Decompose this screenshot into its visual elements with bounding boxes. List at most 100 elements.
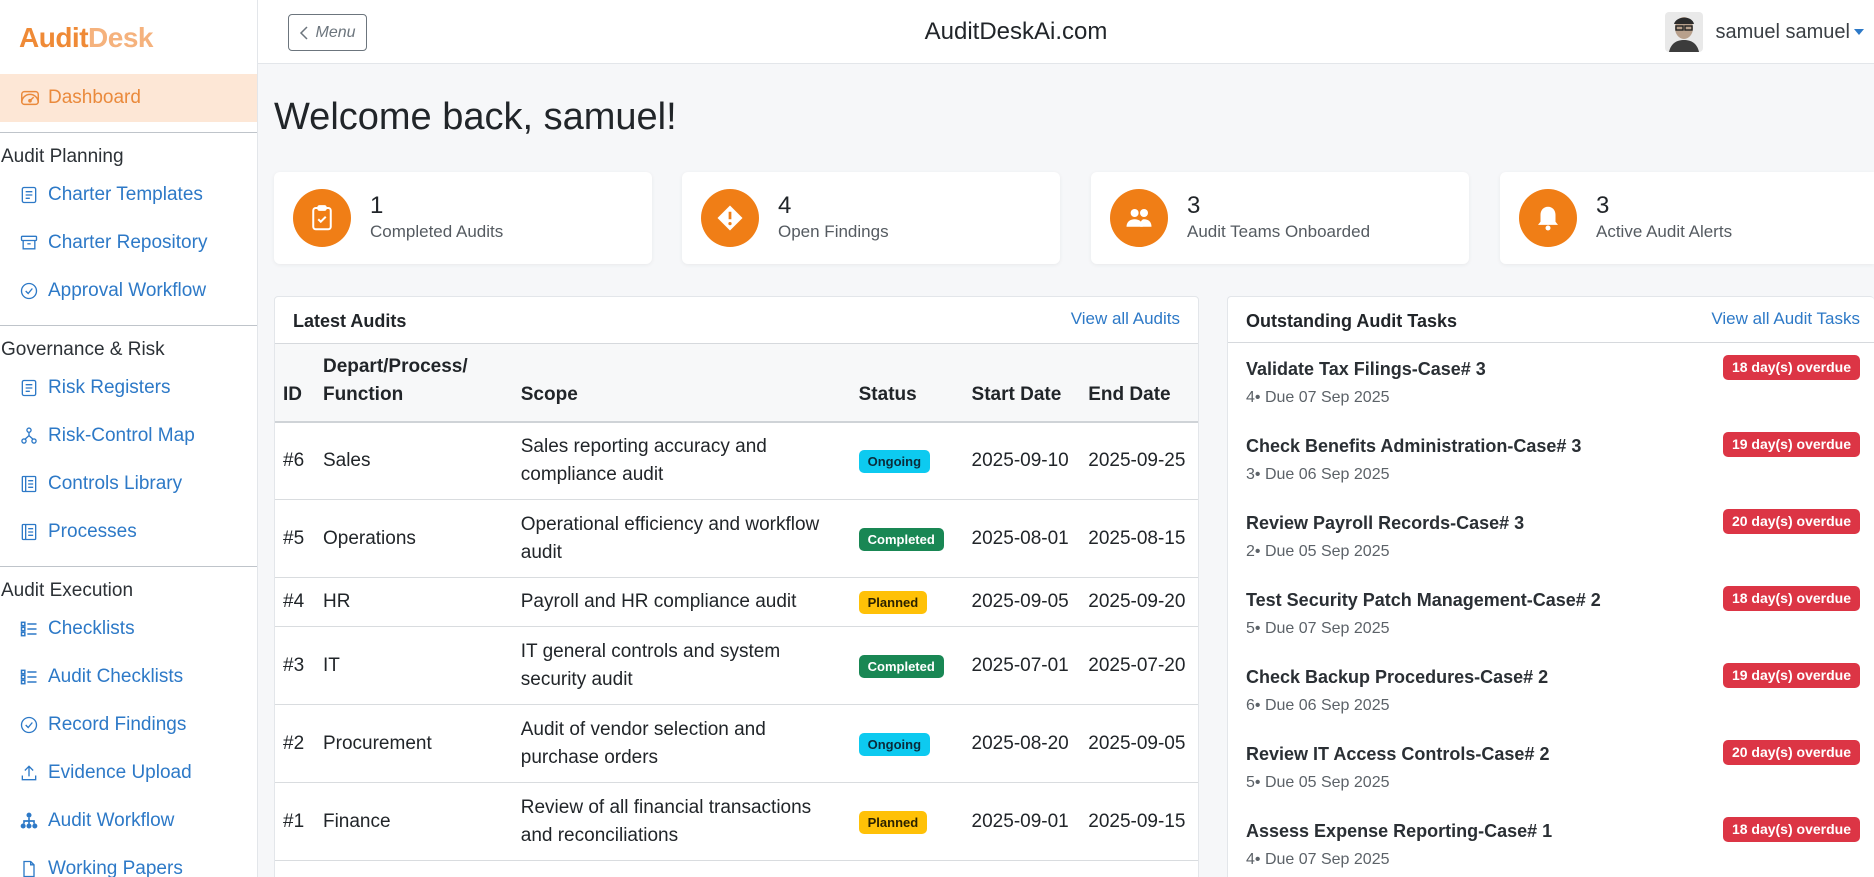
sidebar-item-processes[interactable]: Processes [0,508,257,556]
cell-scope: Review of all financial transactions and… [512,782,851,861]
cell-end-date: 2025-07-20 [1080,626,1198,705]
cell-scope: IT general controls and system security … [512,626,851,705]
latest-audits-card: Latest Audits View all Audits ID Depart/… [274,296,1199,877]
sidebar-item-controls-library[interactable]: Controls Library [0,460,257,508]
cell-id: #1 [275,782,315,861]
task-meta: 4• Due 07 Sep 2025 [1246,389,1390,406]
cell-id: #6 [275,421,315,500]
sidebar-item-approval-workflow[interactable]: Approval Workflow [0,267,257,315]
status-badge: Planned [858,591,928,614]
table-row[interactable]: #5 Operations Operational efficiency and… [275,499,1198,578]
task-meta: 5• Due 05 Sep 2025 [1246,774,1390,791]
cell-end-date: 2025-09-05 [1080,704,1198,783]
workflow-icon [19,811,39,831]
user-menu[interactable]: samuel samuel [1665,12,1864,52]
sidebar-item-evidence-upload[interactable]: Evidence Upload [0,749,257,797]
task-meta: 3• Due 06 Sep 2025 [1246,466,1390,483]
sidebar-item-label: Processes [48,521,137,542]
outstanding-tasks-card: Outstanding Audit Tasks View all Audit T… [1227,296,1874,877]
sidebar-item-audit-checklists[interactable]: Audit Checklists [0,653,257,701]
cell-status: Ongoing [850,421,964,500]
card-header: Outstanding Audit Tasks View all Audit T… [1228,297,1874,343]
cell-status: Planned [850,577,964,627]
sidebar-item-label: Approval Workflow [48,280,207,301]
column-header-id[interactable]: ID [275,343,315,423]
people-icon [1110,189,1168,247]
archive-box-icon [19,233,39,253]
table-row[interactable]: #6 Sales Sales reporting accuracy and co… [275,421,1198,500]
sidebar-item-label: Risk-Control Map [48,425,195,446]
status-badge: Planned [858,810,928,834]
column-header-status[interactable]: Status [850,343,964,423]
cell-start-date: 2025-09-10 [963,421,1081,500]
sidebar-item-label: Controls Library [48,473,183,494]
overdue-badge: 18 day(s) overdue [1722,817,1860,842]
sidebar-item-charter-templates[interactable]: Charter Templates [0,171,257,219]
app-root: AuditDesk Dashboard Audit Planning Chart… [0,0,1874,877]
cell-department: Procurement [314,704,513,783]
stat-value: 3 [1187,192,1201,219]
view-all-tasks-link[interactable]: View all Audit Tasks [1711,309,1860,329]
bell-icon [1519,189,1577,247]
task-meta: 4• Due 07 Sep 2025 [1246,851,1390,868]
column-header-department[interactable]: Depart/Process/ Function [314,343,513,423]
task-meta: 2• Due 05 Sep 2025 [1246,543,1390,560]
column-header-end-date[interactable]: End Date [1080,343,1198,423]
diagram-icon [19,426,39,446]
site-title: AuditDeskAi.com [924,18,1108,45]
view-all-audits-link[interactable]: View all Audits [1071,309,1180,329]
latest-audits-title: Latest Audits [293,311,407,331]
table-row[interactable]: #4 HR Payroll and HR compliance audit Pl… [275,577,1198,627]
stat-label: Audit Teams Onboarded [1187,222,1371,241]
cell-scope: Payroll and HR compliance audit [512,577,851,627]
task-item[interactable]: Assess Expense Reporting-Case# 1 4• Due … [1228,805,1874,877]
task-item[interactable]: Check Backup Procedures-Case# 2 6• Due 0… [1228,651,1874,728]
sidebar-item-working-papers[interactable]: Working Papers [0,845,257,877]
cell-scope: Audit of vendor selection and purchase o… [512,704,851,783]
section-title-governance-risk: Governance & Risk [1,339,165,360]
cell-start-date: 2025-08-20 [963,704,1081,783]
table-row[interactable]: #2 Procurement Audit of vendor selection… [275,704,1198,783]
sidebar-item-audit-workflow[interactable]: Audit Workflow [0,797,257,845]
column-header-start-date[interactable]: Start Date [963,343,1081,423]
column-header-scope[interactable]: Scope [512,343,851,423]
task-item[interactable]: Validate Tax Filings-Case# 3 4• Due 07 S… [1228,343,1874,420]
cell-department: HR [314,577,513,627]
stat-card-completed-audits[interactable]: 1 Completed Audits [274,172,652,264]
sidebar-item-label: Evidence Upload [48,762,192,783]
stat-card-audit-teams[interactable]: 3 Audit Teams Onboarded [1091,172,1469,264]
sidebar-item-risk-registers[interactable]: Risk Registers [0,364,257,412]
task-meta: 6• Due 06 Sep 2025 [1246,697,1390,714]
sidebar-item-charter-repository[interactable]: Charter Repository [0,219,257,267]
task-item[interactable]: Check Benefits Administration-Case# 3 3•… [1228,420,1874,497]
task-item[interactable]: Review IT Access Controls-Case# 2 5• Due… [1228,728,1874,805]
sidebar-item-record-findings[interactable]: Record Findings [0,701,257,749]
stat-label: Active Audit Alerts [1596,222,1733,241]
cell-id: #2 [275,704,315,783]
status-badge: Completed [858,527,944,551]
status-badge: Ongoing [858,449,931,473]
stat-value: 1 [370,192,384,219]
sidebar-item-label: Audit Checklists [48,666,184,687]
check-circle-icon [19,281,39,301]
sidebar-item-risk-control-map[interactable]: Risk-Control Map [0,412,257,460]
stat-card-audit-alerts[interactable]: 3 Active Audit Alerts [1500,172,1874,264]
sidebar-item-label: Charter Repository [48,232,208,253]
cell-status: Completed [850,499,964,578]
task-item[interactable]: Test Security Patch Management-Case# 2 5… [1228,574,1874,651]
sidebar-item-dashboard[interactable]: Dashboard [0,74,257,122]
document-icon [19,859,39,877]
cell-department: Operations [314,499,513,578]
table-row[interactable]: #3 IT IT general controls and system sec… [275,626,1198,705]
sidebar-item-checklists[interactable]: Checklists [0,605,257,653]
task-item[interactable]: Review Payroll Records-Case# 3 2• Due 05… [1228,497,1874,574]
dashboard-gauge-icon [19,87,41,109]
brand-logo[interactable]: AuditDesk [0,0,257,74]
section-title-audit-planning: Audit Planning [1,146,124,167]
table-row[interactable]: #1 Finance Review of all financial trans… [275,782,1198,861]
stat-card-open-findings[interactable]: 4 Open Findings [682,172,1060,264]
cell-department: Sales [314,421,513,500]
overdue-badge: 18 day(s) overdue [1722,586,1860,611]
avatar [1665,12,1704,52]
cell-id: #5 [275,499,315,578]
